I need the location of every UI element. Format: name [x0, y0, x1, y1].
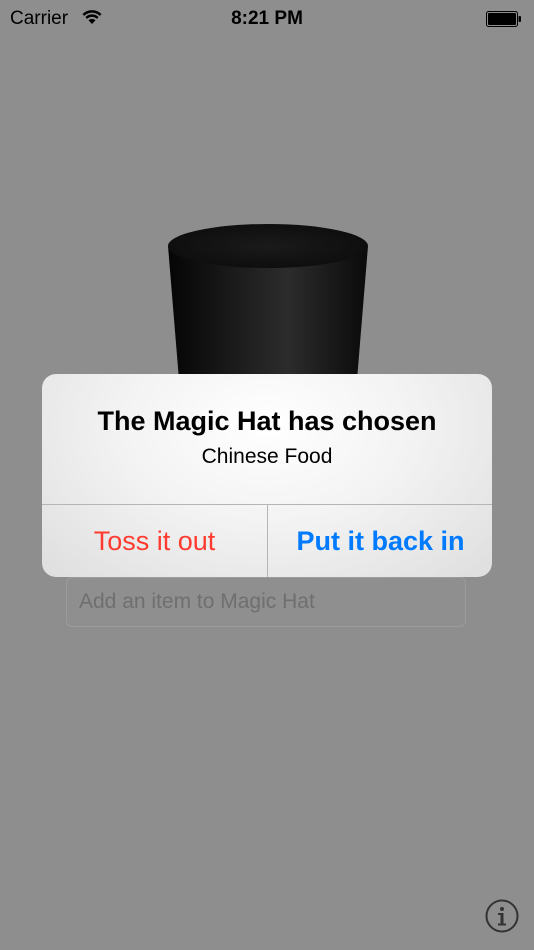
alert-message: Chinese Food [201, 445, 333, 468]
info-icon[interactable] [485, 899, 519, 933]
status-time: 8:21 PM [231, 8, 303, 29]
alert-title: The Magic Hat has chosen [97, 406, 437, 436]
status-bar: Carrier 8:21 PM [0, 0, 534, 40]
toss-it-out-button[interactable]: Toss it out [42, 505, 267, 577]
put-it-back-in-button[interactable]: Put it back in [268, 505, 492, 577]
alert-dialog: The Magic Hat has chosen Chinese Food To… [42, 374, 492, 577]
battery-icon [486, 11, 522, 27]
add-item-input[interactable] [67, 578, 465, 626]
add-item-field[interactable] [66, 577, 466, 627]
magic-hat-image[interactable] [166, 222, 370, 392]
